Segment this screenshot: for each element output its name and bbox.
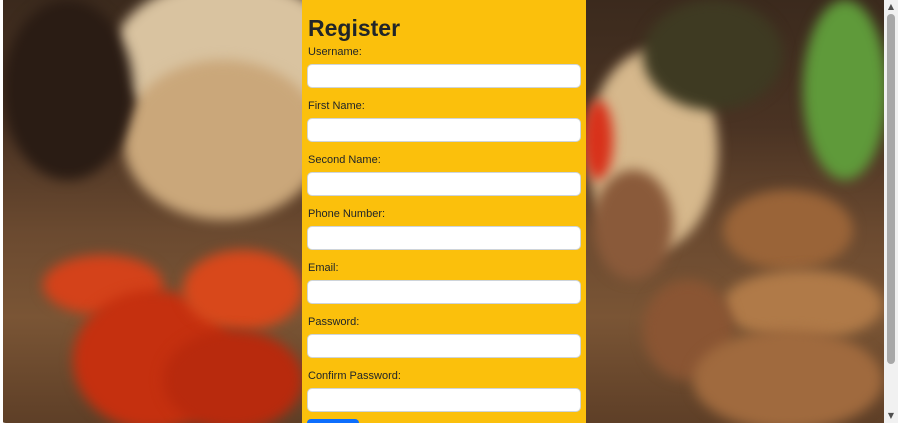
confirm-password-input[interactable] [307, 388, 581, 412]
first-name-input[interactable] [307, 118, 581, 142]
phone-number-label: Phone Number: [308, 208, 386, 220]
username-input[interactable] [307, 64, 581, 88]
confirm-password-label: Confirm Password: [308, 370, 401, 382]
password-input[interactable] [307, 334, 581, 358]
first-name-label: First Name: [308, 100, 365, 112]
vertical-scrollbar[interactable]: ▲ ▼ [884, 0, 898, 423]
triangle-down-icon[interactable]: ▼ [884, 409, 898, 423]
submit-button[interactable] [307, 419, 359, 423]
phone-number-input[interactable] [307, 226, 581, 250]
second-name-label: Second Name: [308, 154, 381, 166]
email-input[interactable] [307, 280, 581, 304]
form-title: Register [308, 15, 401, 41]
email-label: Email: [308, 262, 339, 274]
register-form-panel: Register Username: First Name: Second Na… [302, 0, 586, 423]
page-viewport: Register Username: First Name: Second Na… [0, 0, 884, 423]
triangle-up-icon[interactable]: ▲ [884, 0, 898, 14]
scrollbar-thumb[interactable] [887, 14, 895, 364]
second-name-input[interactable] [307, 172, 581, 196]
password-label: Password: [308, 316, 360, 328]
username-label: Username: [308, 46, 362, 58]
